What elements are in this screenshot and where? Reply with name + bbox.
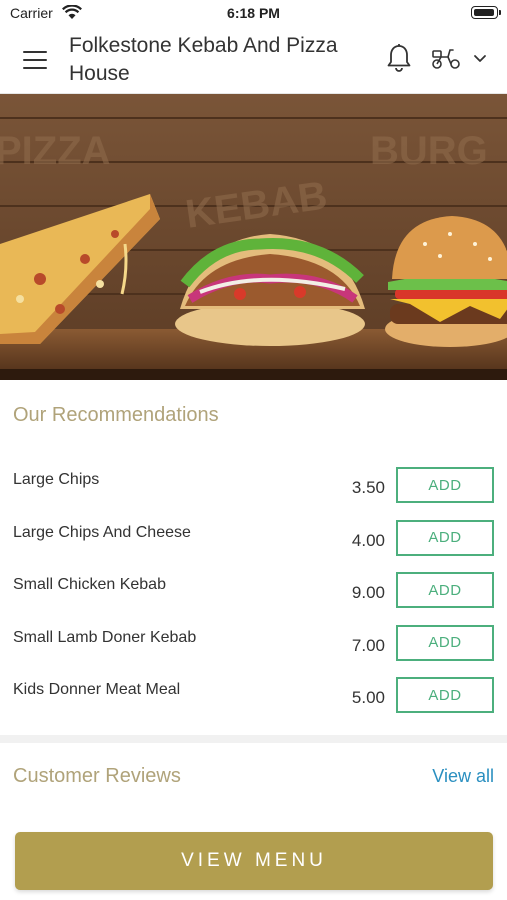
scooter-icon[interactable] — [430, 45, 462, 71]
reviews-title: Customer Reviews — [13, 765, 181, 787]
list-item: Small Lamb Doner Kebab 7.00 ADD — [0, 621, 507, 674]
view-all-link[interactable]: View all — [432, 766, 494, 787]
item-price: 7.00 — [351, 635, 385, 655]
clock-time: 6:18 PM — [227, 5, 280, 21]
list-item: Small Chicken Kebab 9.00 ADD — [0, 568, 507, 621]
app-header: Folkestone Kebab And Pizza House — [0, 26, 507, 94]
page-title: Folkestone Kebab And Pizza House — [69, 34, 338, 85]
wall-text-pizza: PIZZA — [0, 129, 111, 173]
item-price: 5.00 — [351, 688, 385, 707]
add-button[interactable]: ADD — [396, 572, 494, 608]
recommendations-title: Our Recommendations — [13, 404, 219, 426]
item-name: Large Chips And Cheese — [13, 523, 191, 541]
recommendations-list: Large Chips 3.50 ADD Large Chips And Che… — [0, 463, 507, 726]
wall-text-burger: BURG — [370, 129, 488, 173]
item-name: Small Lamb Doner Kebab — [13, 628, 197, 646]
chevron-down-icon[interactable] — [472, 52, 488, 64]
food-illustration: PIZZA KEBAB BURG — [0, 94, 507, 380]
recommendations-section: Our Recommendations Large Chips 3.50 ADD… — [0, 380, 507, 735]
view-menu-button[interactable]: VIEW MENU — [15, 832, 493, 890]
item-name: Small Chicken Kebab — [13, 576, 166, 593]
add-button[interactable]: ADD — [396, 677, 494, 713]
add-button[interactable]: ADD — [396, 624, 494, 661]
item-price: 9.00 — [351, 583, 385, 602]
list-item: Large Chips And Cheese 4.00 ADD — [0, 516, 507, 569]
status-bar: Carrier 6:18 PM — [0, 0, 507, 26]
hero-banner-image: PIZZA KEBAB BURG — [0, 94, 507, 380]
item-price: 4.00 — [351, 530, 385, 550]
list-item: Large Chips 3.50 ADD — [0, 463, 507, 516]
section-divider — [0, 735, 507, 743]
add-button[interactable]: ADD — [396, 467, 494, 503]
item-price: 3.50 — [351, 478, 385, 497]
reviews-section: Customer Reviews View all VIEW MENU — [0, 743, 507, 900]
bell-icon[interactable] — [386, 43, 412, 73]
battery-icon — [471, 6, 501, 19]
item-name: Large Chips — [13, 471, 100, 488]
menu-icon[interactable] — [23, 51, 47, 69]
add-button[interactable]: ADD — [396, 519, 494, 556]
item-name: Kids Donner Meat Meal — [13, 681, 181, 698]
list-item: Kids Donner Meat Meal 5.00 ADD — [0, 673, 507, 726]
